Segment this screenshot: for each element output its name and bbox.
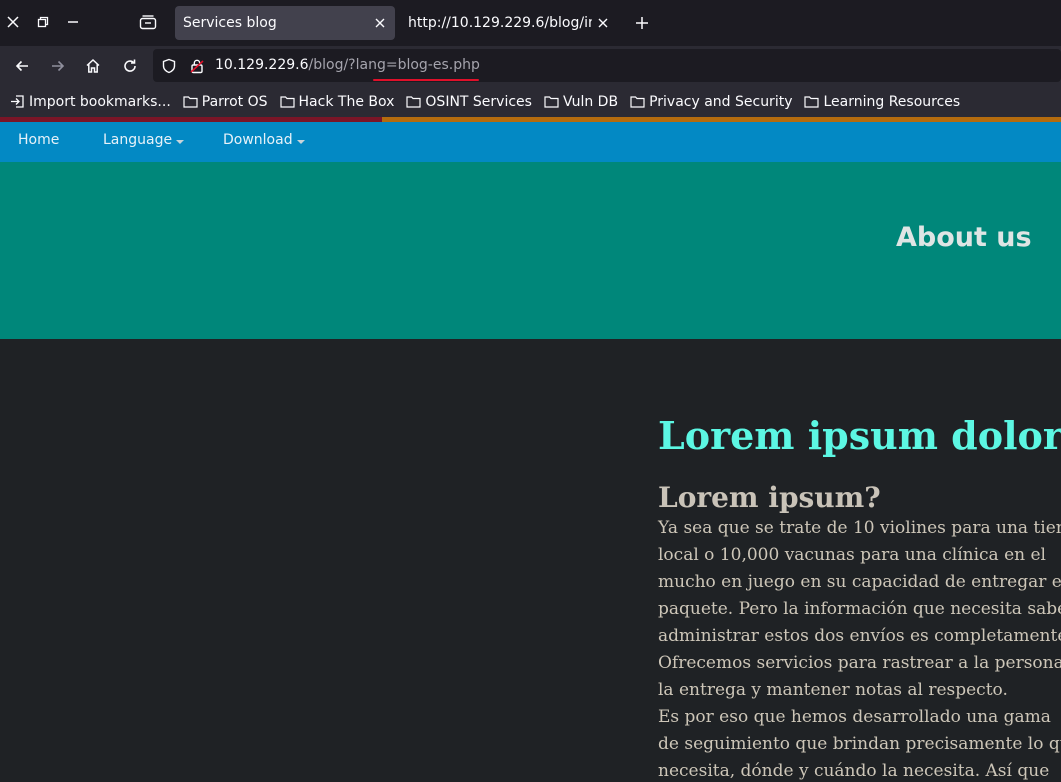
- minimize-window-icon[interactable]: [62, 11, 84, 33]
- bookmark-label: Import bookmarks...: [29, 93, 171, 110]
- bookmark-osint-services[interactable]: OSINT Services: [406, 94, 532, 110]
- article-subheading: Lorem ipsum?: [658, 481, 881, 514]
- reload-icon[interactable]: [118, 54, 142, 78]
- nav-toolbar: 10.129.229.6/blog/?lang=blog-es.php: [0, 46, 1061, 86]
- import-icon: [11, 95, 24, 108]
- nav-home-label: Home: [18, 132, 60, 148]
- back-arrow-icon[interactable]: [10, 54, 34, 78]
- folder-icon: [544, 96, 559, 108]
- main-content: Lorem ipsum dolor sit amet Lorem ipsum? …: [0, 339, 1061, 782]
- article-line: Ofrecemos servicios para rastrear a la p…: [658, 653, 1061, 673]
- close-tab-icon[interactable]: [592, 12, 614, 34]
- article-line: local o 10,000 vacunas para una clínica …: [658, 545, 1046, 565]
- tab-title: Services blog: [183, 15, 277, 31]
- nav-language-dropdown[interactable]: Language: [103, 132, 185, 148]
- bookmark-import[interactable]: Import bookmarks...: [10, 94, 171, 110]
- home-icon[interactable]: [81, 54, 105, 78]
- folder-icon: [630, 96, 645, 108]
- close-tab-icon[interactable]: [369, 12, 391, 34]
- article-line: la entrega y mantener notas al respecto.: [658, 680, 1008, 700]
- article-line: de seguimiento que brindan precisamente …: [658, 734, 1061, 754]
- url-host: 10.129.229.6: [215, 57, 309, 73]
- nav-language-label: Language: [103, 132, 173, 148]
- article-line: Es por eso que hemos desarrollado una ga…: [658, 707, 1051, 727]
- url-underline-annotation: [373, 79, 479, 81]
- insecure-lock-icon[interactable]: [188, 57, 206, 75]
- article-line: administrar estos dos envíos es completa…: [658, 626, 1061, 646]
- bookmark-learning-resources[interactable]: Learning Resources: [804, 94, 960, 110]
- bookmark-label: Vuln DB: [562, 93, 619, 110]
- bookmark-label: OSINT Services: [425, 93, 532, 110]
- bookmark-privacy-security[interactable]: Privacy and Security: [630, 94, 792, 110]
- article-line: paquete. Pero la información que necesit…: [658, 599, 1061, 619]
- caret-down-icon: [176, 139, 185, 144]
- bookmark-label: Learning Resources: [823, 93, 961, 110]
- bookmarks-bar: Import bookmarks... Parrot OS Hack The B…: [0, 86, 1061, 117]
- nav-home-link[interactable]: Home: [18, 132, 59, 148]
- new-tab-icon[interactable]: [631, 12, 653, 34]
- tab-strip: Services blog http://10.129.229.6/blog/i…: [0, 0, 1061, 46]
- tab-title: http://10.129.229.6/blog/index: [408, 15, 593, 31]
- site-nav: Home Language Download: [0, 122, 1061, 162]
- url-text[interactable]: 10.129.229.6/blog/?lang=blog-es.php: [215, 57, 480, 73]
- hero-banner: About us: [0, 162, 1061, 339]
- article-line: mucho en juego en su capacidad de entreg…: [658, 572, 1061, 592]
- shield-icon[interactable]: [160, 57, 178, 75]
- folder-icon: [279, 96, 295, 108]
- nav-download-label: Download: [223, 132, 293, 148]
- bookmark-parrot-os[interactable]: Parrot OS: [183, 94, 268, 110]
- nav-download-dropdown[interactable]: Download: [223, 132, 305, 148]
- tab-blog-index[interactable]: http://10.129.229.6/blog/index: [400, 6, 618, 40]
- bookmark-label: Hack The Box: [298, 93, 395, 110]
- restore-window-icon[interactable]: [32, 11, 54, 33]
- article: Lorem ipsum dolor sit amet Lorem ipsum? …: [658, 411, 1061, 782]
- article-body: Ya sea que se trate de 10 violines para …: [658, 515, 1061, 782]
- tab-services-blog[interactable]: Services blog: [175, 6, 395, 40]
- bookmark-hack-the-box[interactable]: Hack The Box: [279, 93, 395, 110]
- url-bar[interactable]: 10.129.229.6/blog/?lang=blog-es.php: [153, 49, 1061, 82]
- folder-icon: [804, 96, 820, 108]
- bookmark-vuln-db[interactable]: Vuln DB: [544, 94, 618, 110]
- close-window-icon[interactable]: [2, 11, 24, 33]
- url-path: /blog/?lang=blog-es.php: [308, 57, 480, 73]
- tab-list-icon[interactable]: [137, 11, 159, 33]
- bookmark-label: Parrot OS: [201, 93, 268, 110]
- hero-title: About us: [896, 222, 1032, 253]
- caret-down-icon: [296, 139, 305, 144]
- article-line: Ya sea que se trate de 10 violines para …: [658, 518, 1061, 538]
- folder-icon: [406, 96, 422, 108]
- bookmark-label: Privacy and Security: [649, 93, 793, 110]
- forward-arrow-icon[interactable]: [46, 54, 70, 78]
- folder-icon: [183, 96, 198, 108]
- article-heading: Lorem ipsum dolor sit amet: [658, 413, 1061, 458]
- article-line: necesita, dónde y cuándo la necesita. As…: [658, 761, 1050, 781]
